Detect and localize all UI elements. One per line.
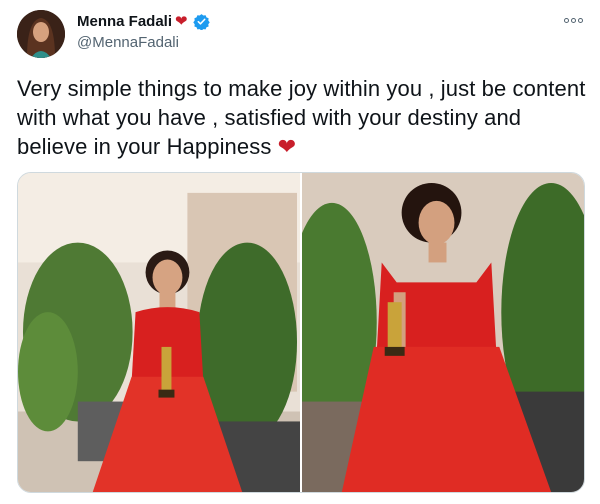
more-dot: [564, 17, 569, 23]
more-dot: [571, 17, 576, 23]
tweet-text: Very simple things to make joy within yo…: [17, 74, 587, 161]
author-name-row[interactable]: Menna Fadali ❤: [77, 13, 210, 30]
verified-badge-icon: [192, 14, 210, 30]
heart-emoji: ❤: [175, 13, 188, 30]
tweet-photo-1[interactable]: [18, 173, 300, 492]
photo-woman-red-dress-with-award-icon: [18, 173, 300, 492]
heart-emoji: ❤: [277, 134, 297, 159]
avatar[interactable]: [17, 10, 65, 58]
tweet-card: Menna Fadali ❤ @MennaFadali Very simple …: [0, 0, 600, 504]
more-options-icon[interactable]: [564, 14, 584, 26]
author-handle[interactable]: @MennaFadali: [77, 34, 179, 51]
display-name[interactable]: Menna Fadali: [77, 13, 172, 30]
tweet-photo-2[interactable]: [302, 173, 584, 492]
photo-woman-red-dress-with-award-closeup-icon: [302, 173, 584, 492]
more-dot: [578, 17, 583, 23]
tweet-body: Very simple things to make joy within yo…: [17, 76, 586, 159]
avatar-portrait-icon: [17, 10, 65, 58]
media-grid: [17, 172, 585, 493]
